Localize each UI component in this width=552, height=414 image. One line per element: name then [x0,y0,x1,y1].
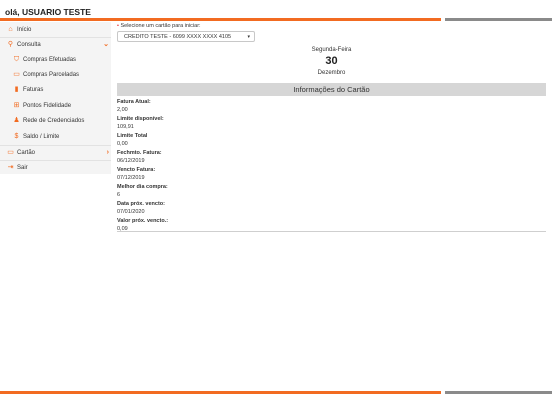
sidebar-item-consulta[interactable]: ⚲ Consulta ⌄ [0,38,117,52]
weekday: Segunda-Feira [311,47,352,53]
sidebar-item-label: Compras Parceladas [23,72,80,78]
sidebar-item-compras-efetuadas[interactable]: ⛉ Compras Efetuadas [0,53,123,67]
card-select-label-text: Selecione um cartão para iniciar: [120,23,201,29]
sidebar-item-cartao[interactable]: ▭ Cartão › [0,146,117,160]
month: Dezembro [317,70,346,76]
sidebar-item-pontos-fidelidade[interactable]: ⊞ Pontos Fidelidade [0,99,123,113]
info-row-melhor-dia-compra: Melhor dia compra: 6 [117,183,546,200]
info-label: Limite disponível: [117,116,164,122]
document-icon: ▮ [14,86,19,93]
gift-icon: ⊞ [13,102,20,109]
info-value: 0,00 [117,141,128,147]
info-row-data-prox-vencto: Data próx. vencto: 07/01/2020 [117,200,546,217]
info-label: Melhor dia compra: [117,184,168,190]
info-row-vencto-fatura: Vencto Fatura: 07/12/2019 [117,166,546,183]
info-value: 06/12/2019 [117,158,145,164]
sidebar-item-label: Consulta [17,42,41,48]
sidebar-item-sair[interactable]: ⇥ Sair [0,161,117,175]
basket-icon: ⛉ [13,56,20,63]
info-row-limite-disponivel: Limite disponível: 109,91 [117,115,546,132]
info-label: Valor próx. vencto.: [117,218,169,224]
card-select[interactable]: CREDITO TESTE - 6099 XXXX XXXX 4105 ▾ [117,31,255,42]
greeting: olá, USUARIO TESTE [5,7,91,17]
info-label: Limite Total [117,133,148,139]
required-marker: • [117,23,119,29]
credit-card-icon: ▭ [7,149,14,156]
sidebar-item-compras-parceladas[interactable]: ▭ Compras Parceladas [0,68,123,82]
card-select-value: CREDITO TESTE - 6099 XXXX XXXX 4105 [124,34,232,40]
info-value: 6 [117,192,121,198]
info-label: Fatura Atual: [117,99,151,105]
select-arrow-icon: ▾ [247,34,250,40]
sidebar-item-label: Compras Efetuadas [23,57,77,63]
sidebar-item-inicio[interactable]: ⌂ Início [0,23,117,37]
logout-icon: ⇥ [7,164,14,171]
users-icon: ♟ [13,117,20,124]
sidebar-item-label: Saldo / Limite [23,134,60,140]
day-number: 30 [325,55,338,67]
sidebar-item-label: Pontos Fidelidade [23,103,72,109]
card-info-list: Fatura Atual: 2,00 Limite disponível: 10… [117,98,546,234]
bottom-gray-stripe [445,391,552,394]
info-label: Vencto Fatura: [117,167,156,173]
dollar-icon: $ [14,133,19,140]
credit-card-icon: ▭ [13,71,20,78]
sidebar-item-saldo-limite[interactable]: $ Saldo / Limite [0,130,123,144]
info-row-fatura-atual: Fatura Atual: 2,00 [117,98,546,115]
info-value: 07/12/2019 [117,175,145,181]
sidebar-item-label: Cartão [17,150,36,156]
info-value: 2,00 [117,107,128,113]
info-value: 109,91 [117,124,134,130]
sidebar-item-label: Rede de Credenciados [23,118,85,124]
info-label: Fechmto. Fatura: [117,150,162,156]
sidebar-item-label: Início [17,27,32,33]
search-icon: ⚲ [7,41,14,48]
card-info-title: Informações do Cartão [117,83,546,96]
info-row-limite-total: Limite Total 0,00 [117,132,546,149]
info-row-fechamento-fatura: Fechmto. Fatura: 06/12/2019 [117,149,546,166]
info-label: Data próx. vencto: [117,201,165,207]
chevron-right-icon: › [106,149,109,156]
sidebar-item-label: Sair [17,165,28,171]
sidebar-item-label: Faturas [23,87,44,93]
card-select-label: • Selecione um cartão para iniciar: [117,23,201,29]
top-accent-stripe [0,18,441,21]
bottom-accent-stripe [0,391,441,394]
home-icon: ⌂ [8,26,13,33]
sidebar-item-faturas[interactable]: ▮ Faturas [0,83,123,97]
chevron-down-icon: ⌄ [103,41,109,48]
sidebar: ⌂ Início ⚲ Consulta ⌄ ⛉ Compras Efetuada… [0,22,111,174]
info-value: 07/01/2020 [117,209,145,215]
top-bar: olá, USUARIO TESTE [0,0,552,18]
sidebar-item-rede-credenciados[interactable]: ♟ Rede de Credenciados [0,114,123,128]
top-gray-stripe [445,18,552,21]
divider [117,231,546,232]
